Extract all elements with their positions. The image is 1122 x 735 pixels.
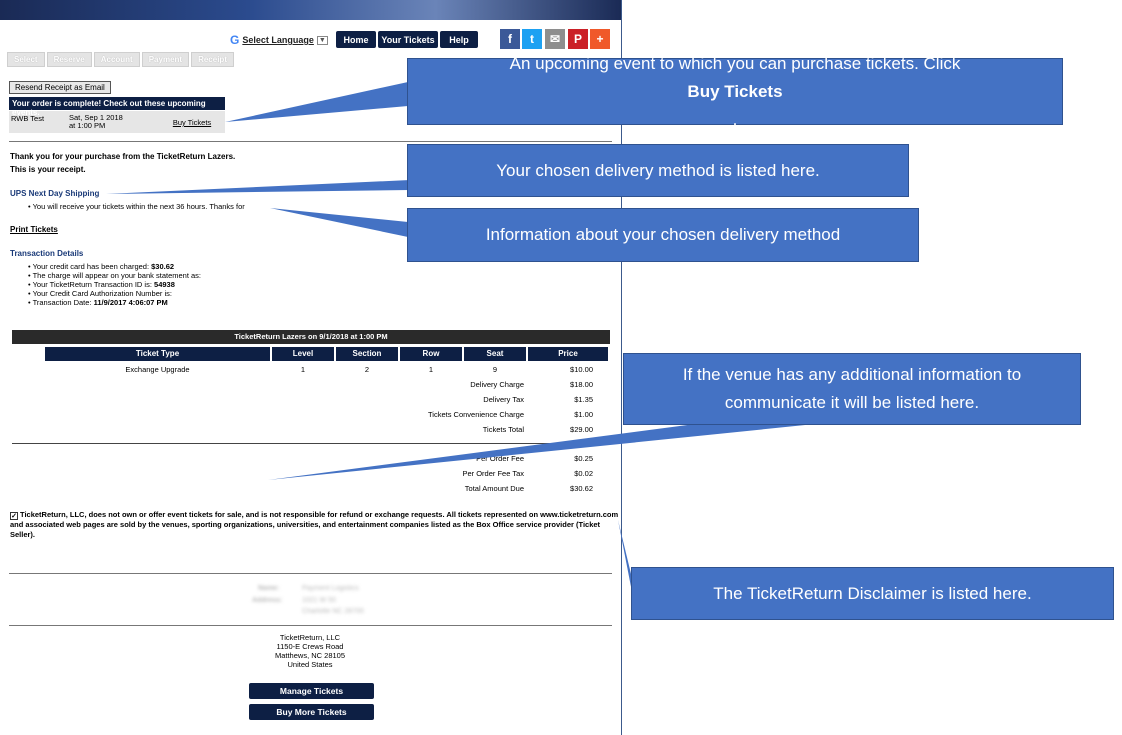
blurred-name-label: Name: [258, 585, 280, 592]
resend-receipt-button[interactable]: Resend Receipt as Email [9, 81, 111, 94]
manage-tickets-button[interactable]: Manage Tickets [249, 683, 374, 699]
step-account: Account [93, 52, 140, 67]
col-row: Row [400, 347, 462, 361]
order-fee-label: Per Order Fee [476, 454, 524, 463]
step-reserve: Reserve [46, 52, 92, 67]
col-seat: Seat [464, 347, 526, 361]
col-section: Section [336, 347, 398, 361]
print-tickets-link[interactable]: Print Tickets [10, 225, 58, 234]
chevron-down-icon[interactable]: ▼ [316, 35, 328, 45]
upcoming-event-row: RWB Test Sat, Sep 1 2018 at 1:00 PM Buy T… [9, 111, 225, 133]
fee-value: $1.35 [574, 395, 593, 404]
share-plus-icon[interactable]: + [590, 29, 610, 49]
step-payment: Payment [141, 52, 190, 67]
blurred-address-label: Address: [252, 597, 283, 604]
detail-charged: • Your credit card has been charged: $30… [28, 262, 175, 271]
divider [9, 625, 612, 626]
callout-upcoming-event: An upcoming event to which you can purch… [407, 54, 1063, 129]
fee-label: Delivery Tax [483, 395, 524, 404]
receipt-text: This is your receipt. [10, 165, 86, 174]
pinterest-icon[interactable]: P [568, 29, 588, 49]
event-date: Sat, Sep 1 2018 at 1:00 PM [69, 113, 123, 130]
col-ticket-type: Ticket Type [45, 347, 270, 361]
event-table-title: TicketReturn Lazers on 9/1/2018 at 1:00 … [12, 330, 610, 344]
select-language-link[interactable]: Select Language [242, 35, 314, 45]
callout-delivery-info: Information about your chosen delivery m… [407, 208, 919, 262]
detail-date: • Transaction Date: 11/9/2017 4:06:07 PM [28, 298, 168, 307]
detail-transaction-id: • Your TicketReturn Transaction ID is: 5… [28, 280, 175, 289]
checkbox-icon[interactable]: ✓ [10, 512, 18, 520]
email-icon[interactable]: ✉ [545, 29, 565, 49]
buy-more-tickets-button[interactable]: Buy More Tickets [249, 704, 374, 720]
order-fee-label: Per Order Fee Tax [462, 469, 524, 478]
checkout-steps: Select Reserve Account Payment Receipt [7, 52, 234, 67]
delivery-info: • You will receive your tickets within t… [28, 202, 245, 211]
buy-tickets-link[interactable]: Buy Tickets [159, 111, 225, 133]
home-button[interactable]: Home [336, 31, 376, 48]
transaction-details-heading: Transaction Details [10, 249, 84, 258]
upcoming-heading: Your order is complete! Check out these … [9, 97, 225, 117]
col-price: Price [528, 347, 608, 361]
google-icon: G [230, 33, 240, 47]
help-button[interactable]: Help [440, 31, 478, 48]
blurred-address-line2: Charlotte NC 28700 [302, 608, 364, 615]
company-address: TicketReturn, LLC 1150-E Crews Road Matt… [274, 633, 346, 669]
divider [9, 573, 612, 574]
detail-statement: • The charge will appear on your bank st… [28, 271, 202, 280]
event-name: RWB Test [11, 114, 45, 123]
blurred-address-line1: 1021 W 50 [302, 597, 336, 604]
total-label: Total Amount Due [464, 484, 524, 493]
twitter-icon[interactable]: t [522, 29, 542, 49]
total-value: $30.62 [570, 484, 593, 493]
callout-delivery-method: Your chosen delivery method is listed he… [407, 144, 909, 197]
fee-value: $18.00 [570, 380, 593, 389]
fee-value: $29.00 [570, 425, 593, 434]
fee-label: Delivery Charge [470, 380, 524, 389]
cell-seat: 9 [492, 365, 498, 374]
detail-auth-number: • Your Credit Card Authorization Number … [28, 289, 172, 298]
fee-value: $1.00 [574, 410, 593, 419]
your-tickets-button[interactable]: Your Tickets [378, 31, 438, 48]
header-banner [0, 0, 621, 20]
divider [9, 141, 612, 142]
thank-you-text: Thank you for your purchase from the Tic… [10, 152, 236, 161]
col-level: Level [272, 347, 334, 361]
language-selector[interactable]: G Select Language ▼ [230, 33, 328, 47]
disclaimer-text: ✓ TicketReturn, LLC, does not own or offe… [10, 510, 619, 539]
blurred-name-value: Payment Logistics [302, 585, 359, 592]
callout-venue-info: If the venue has any additional informat… [623, 353, 1081, 425]
cell-level: 1 [300, 365, 306, 374]
cell-section: 2 [364, 365, 370, 374]
upcoming-events: Your order is complete! Check out these … [9, 97, 225, 133]
fee-label: Tickets Convenience Charge [427, 410, 524, 419]
cell-price: $10.00 [570, 365, 593, 374]
cell-row: 1 [428, 365, 434, 374]
table-divider [12, 443, 610, 444]
delivery-method: UPS Next Day Shipping [10, 189, 100, 198]
callout-disclaimer: The TicketReturn Disclaimer is listed he… [631, 567, 1114, 620]
cell-ticket-type: Exchange Upgrade [125, 365, 190, 374]
step-receipt: Receipt [191, 52, 234, 67]
facebook-icon[interactable]: f [500, 29, 520, 49]
fee-label: Tickets Total [482, 425, 524, 434]
order-fee-value: $0.02 [574, 469, 593, 478]
step-select: Select [7, 52, 45, 67]
order-fee-value: $0.25 [574, 454, 593, 463]
